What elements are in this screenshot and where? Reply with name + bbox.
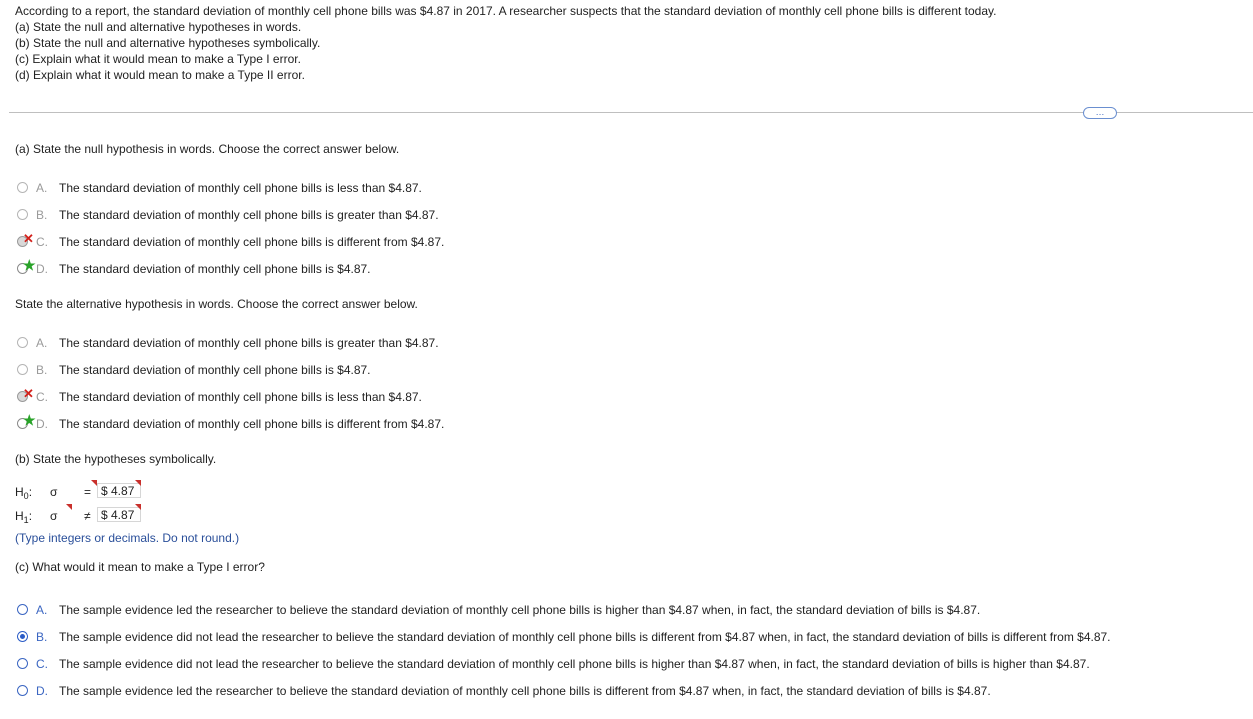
option-letter: A. bbox=[36, 603, 48, 617]
option-letter: D. bbox=[36, 684, 48, 698]
option-text: The standard deviation of monthly cell p… bbox=[59, 363, 371, 377]
radio-button[interactable] bbox=[17, 604, 28, 615]
option-text: The sample evidence led the researcher t… bbox=[59, 603, 981, 617]
input-hint: (Type integers or decimals. Do not round… bbox=[15, 531, 240, 545]
question-part-c: (c) Explain what it would mean to make a… bbox=[15, 52, 301, 66]
option-text: The sample evidence did not lead the res… bbox=[59, 657, 1090, 671]
h1-param-box[interactable]: σ bbox=[50, 508, 57, 524]
h1-row: H1: bbox=[15, 509, 33, 525]
option-text: The standard deviation of monthly cell p… bbox=[59, 262, 371, 276]
radio-button[interactable] bbox=[17, 685, 28, 696]
option-letter: C. bbox=[36, 390, 48, 404]
option-letter: B. bbox=[36, 208, 48, 222]
question-text: According to a report, the standard devi… bbox=[15, 3, 996, 83]
h0-row: H0: bbox=[15, 485, 33, 501]
option-letter: D. bbox=[36, 262, 48, 276]
option-text: The sample evidence did not lead the res… bbox=[59, 630, 1111, 644]
option-letter: A. bbox=[36, 336, 48, 350]
option-text: The sample evidence led the researcher t… bbox=[59, 684, 991, 698]
more-button[interactable]: … bbox=[1083, 107, 1117, 119]
option-letter: B. bbox=[36, 630, 48, 644]
correct-star-icon: ★ bbox=[23, 257, 36, 273]
option-letter: D. bbox=[36, 417, 48, 431]
part-b-prompt: (b) State the hypotheses symbolically. bbox=[15, 452, 217, 466]
question-part-b: (b) State the null and alternative hypot… bbox=[15, 36, 321, 50]
flag-icon bbox=[135, 504, 141, 510]
option-letter: C. bbox=[36, 657, 48, 671]
flag-icon bbox=[135, 480, 141, 486]
part-c-prompt: (c) What would it mean to make a Type I … bbox=[15, 560, 265, 574]
correct-star-icon: ★ bbox=[23, 412, 36, 428]
radio-button[interactable] bbox=[17, 209, 28, 220]
question-part-a: (a) State the null and alternative hypot… bbox=[15, 20, 302, 34]
h1-label: H bbox=[15, 509, 24, 523]
incorrect-x-icon: ✕ bbox=[23, 231, 34, 246]
h0-label: H bbox=[15, 485, 24, 499]
radio-button[interactable] bbox=[17, 364, 28, 375]
radio-button[interactable] bbox=[17, 337, 28, 348]
option-text: The standard deviation of monthly cell p… bbox=[59, 208, 439, 222]
question-intro: According to a report, the standard devi… bbox=[15, 4, 997, 18]
option-letter: B. bbox=[36, 363, 48, 377]
h1-operator[interactable]: ≠ bbox=[84, 508, 91, 524]
h0-param-box[interactable]: σ bbox=[50, 484, 57, 500]
incorrect-x-icon: ✕ bbox=[23, 386, 34, 401]
option-text: The standard deviation of monthly cell p… bbox=[59, 235, 445, 249]
alt-prompt: State the alternative hypothesis in word… bbox=[15, 297, 418, 311]
radio-button[interactable] bbox=[17, 182, 28, 193]
option-letter: A. bbox=[36, 181, 48, 195]
option-text: The standard deviation of monthly cell p… bbox=[59, 390, 422, 404]
h0-operator[interactable]: = bbox=[84, 484, 91, 500]
option-text: The standard deviation of monthly cell p… bbox=[59, 336, 439, 350]
option-letter: C. bbox=[36, 235, 48, 249]
question-divider bbox=[9, 112, 1253, 113]
part-a-prompt: (a) State the null hypothesis in words. … bbox=[15, 142, 400, 156]
option-text: The standard deviation of monthly cell p… bbox=[59, 417, 445, 431]
radio-button[interactable] bbox=[17, 658, 28, 669]
radio-button-selected[interactable] bbox=[17, 631, 28, 642]
option-text: The standard deviation of monthly cell p… bbox=[59, 181, 422, 195]
flag-icon bbox=[66, 504, 72, 510]
question-part-d: (d) Explain what it would mean to make a… bbox=[15, 68, 305, 82]
